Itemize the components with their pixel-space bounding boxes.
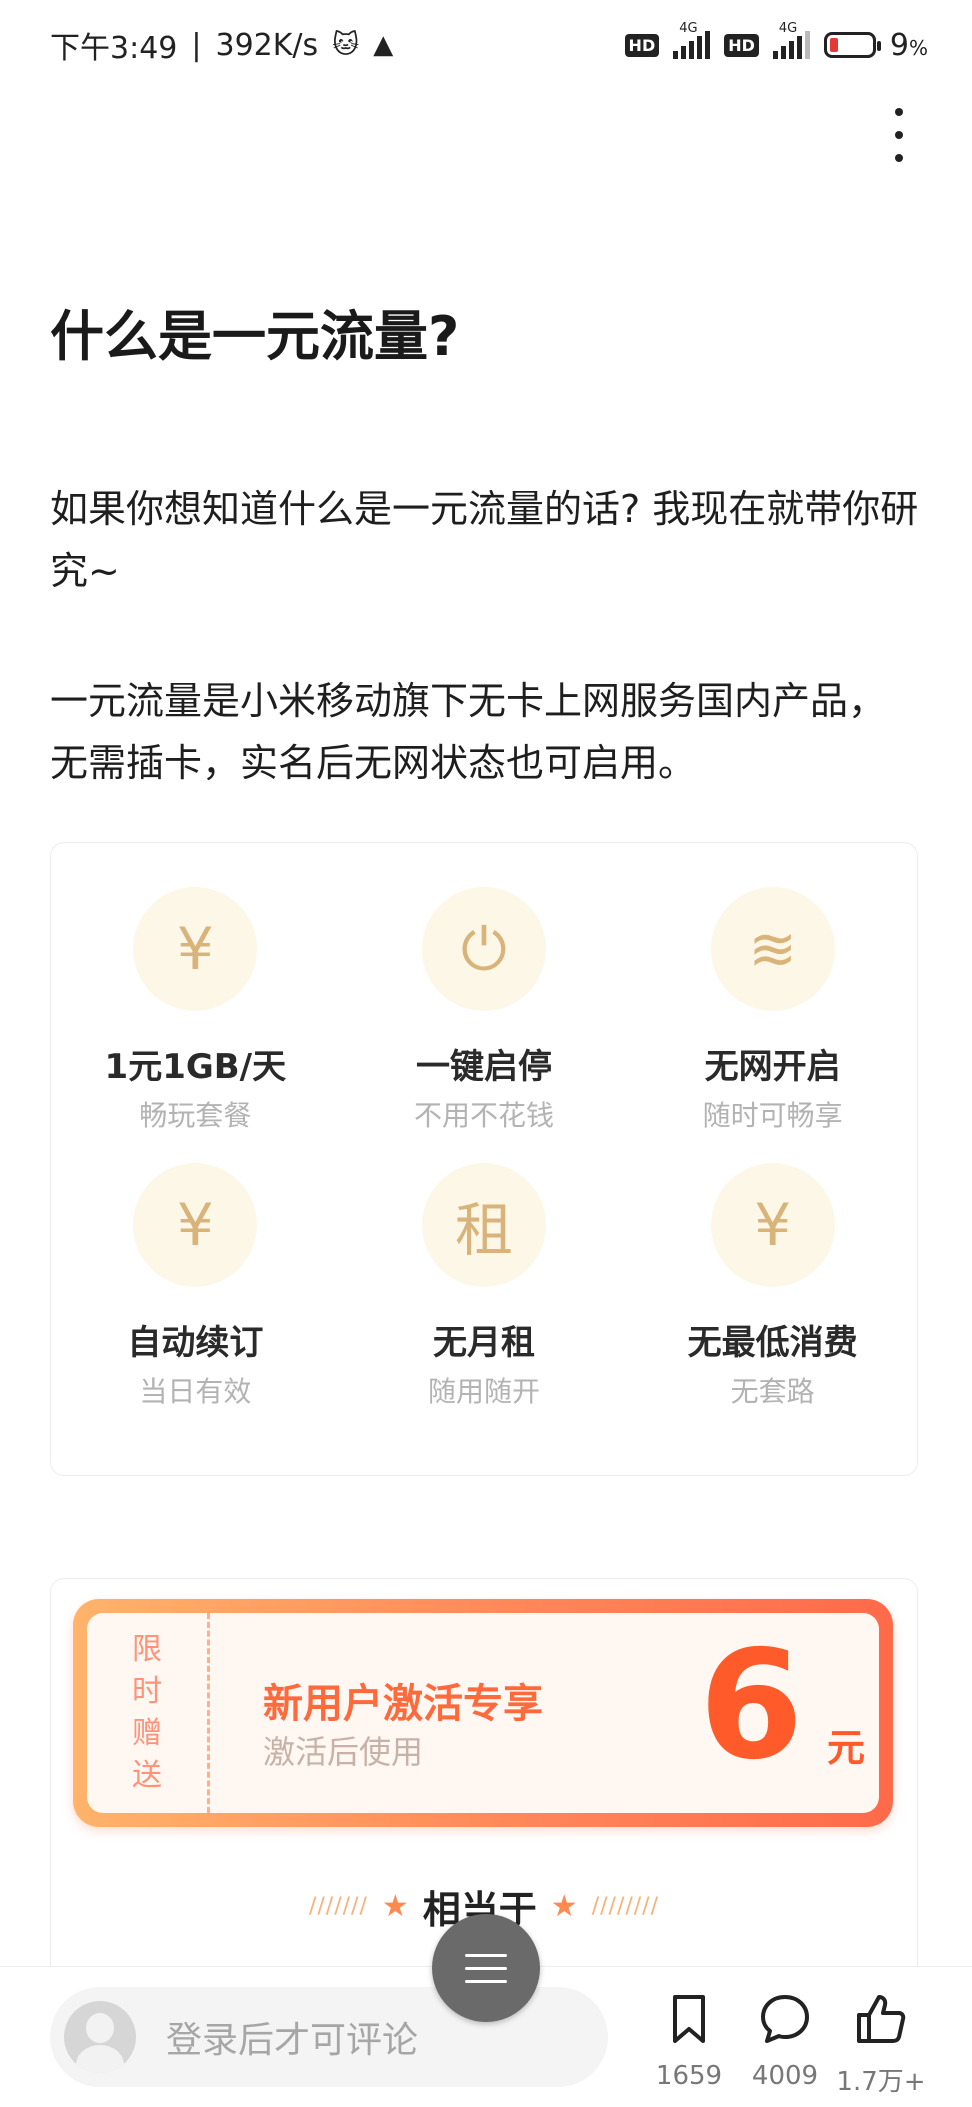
coupon-inner: 限时赠送 新用户激活专享 激活后使用 6 元 (87, 1613, 879, 1813)
feature-item: ⏻ 一键启停不用不花钱 (340, 887, 629, 1163)
coupon-side-text: 限时赠送 (132, 1632, 162, 1793)
menu-line-icon (465, 1966, 507, 1970)
feature-subtitle: 无套路 (730, 1375, 815, 1408)
battery-icon (823, 32, 881, 58)
article-paragraph-1: 如果你想知道什么是一元流量的话? 我现在就带你研究~ (50, 487, 919, 593)
status-bar-right: HD 4G HD 4G 9% (624, 21, 928, 63)
feature-item: ¥ 自动续订当日有效 (51, 1163, 340, 1439)
feature-item: ¥ 无最低消费无套路 (628, 1163, 917, 1439)
feature-grid: ¥1元1GB/天畅玩套餐 ⏻ 一键启停不用不花钱 ≋ 无网开启随时可畅享 ¥ 自动续订当日有… (51, 843, 917, 1439)
signal-icon-2: 4G (772, 21, 810, 59)
app-notification-icon: ▲ (373, 30, 394, 60)
feature-card: ¥1元1GB/天畅玩套餐 ⏻ 一键启停不用不花钱 ≋ 无网开启随时可畅享 ¥ 自动续订当日有… (50, 842, 918, 1476)
status-bar: 下午3:49 | 392K/s 🐱 ▲ HD 4G HD 4G 9% (0, 0, 972, 90)
star-icon: ★ (550, 1889, 578, 1924)
renew-icon: ¥ (133, 1163, 258, 1287)
network-type-2: 4G (778, 21, 798, 36)
feature-subtitle: 不用不花钱 (413, 1099, 554, 1132)
coupon-side: 限时赠送 (87, 1613, 210, 1813)
status-speed: 392K/s (215, 27, 319, 63)
hd-badge-2: HD (724, 33, 759, 57)
cat-app-icon: 🐱 (332, 30, 360, 60)
decor-lines-icon: /////// (308, 1894, 368, 1919)
more-dot-icon (895, 131, 903, 139)
decor-lines-icon: //////// (591, 1894, 659, 1919)
feature-title: 无网开启 (704, 1047, 841, 1087)
coupon-subtitle: 激活后使用 (263, 1733, 424, 1771)
bookmark-icon (673, 1995, 705, 2043)
article-title: 什么是一元流量? (50, 305, 460, 368)
feature-title: 无月租 (432, 1323, 535, 1363)
power-icon: ⏻ (421, 887, 546, 1011)
more-options-button[interactable] (884, 108, 914, 162)
menu-line-icon (465, 1979, 507, 1983)
feature-item: 租无月租 随用随开 (340, 1163, 629, 1439)
coupon-unit: 元 (827, 1726, 866, 1770)
network-type: 4G (679, 21, 698, 36)
more-dot-icon (895, 154, 903, 162)
menu-fab-button[interactable] (432, 1914, 540, 2022)
article-paragraph-2: 一元流量是小米移动旗下无卡上网服务国内产品，无需插卡，实名后无网状态也可启用。 (50, 679, 887, 785)
no-minimum-icon: ¥ (710, 1163, 835, 1287)
like-button[interactable]: 1.7万+ (826, 1991, 936, 2098)
status-bar-left: 下午3:49 | 392K/s 🐱 ▲ (50, 23, 393, 67)
star-icon: ★ (381, 1889, 409, 1924)
feature-subtitle: 畅玩套餐 (139, 1099, 252, 1132)
coupon-title: 新用户激活专享 (263, 1681, 543, 1727)
menu-line-icon (465, 1953, 507, 1957)
feature-item: ≋ 无网开启随时可畅享 (628, 887, 917, 1163)
feature-item: ¥1元1GB/天畅玩套餐 (51, 887, 340, 1163)
thumbs-up-icon (857, 1995, 906, 2043)
feature-title: 无最低消费 (687, 1323, 858, 1363)
feature-title: 1元1GB/天 (104, 1047, 287, 1087)
status-divider: | (191, 27, 202, 63)
feature-subtitle: 随时可畅享 (702, 1099, 843, 1132)
no-rent-icon: 租 (421, 1163, 546, 1287)
feature-subtitle: 随用随开 (427, 1375, 540, 1408)
battery-level: 9% (889, 27, 928, 63)
feature-title: 自动续订 (127, 1323, 264, 1363)
comments-count: 4009 (751, 2061, 819, 2091)
feature-subtitle: 当日有效 (139, 1375, 252, 1408)
new-user-coupon[interactable]: 限时赠送 新用户激活专享 激活后使用 6 元 (73, 1599, 893, 1827)
feature-title: 一键启停 (415, 1047, 552, 1087)
signal-icon: 4G (673, 21, 711, 59)
comment-placeholder: 登录后才可评论 (166, 2020, 419, 2061)
avatar (64, 2001, 136, 2073)
favorites-count: 1659 (655, 2061, 723, 2091)
hd-badge: HD (624, 33, 660, 57)
coupon-amount: 6 (699, 1619, 804, 1793)
comment-bubble-icon (761, 1995, 809, 2043)
yen-circle-icon: ¥ (133, 887, 258, 1011)
more-dot-icon (895, 108, 903, 116)
favorite-button[interactable]: 1659 (634, 1991, 744, 2091)
wifi-off-icon: ≋ (710, 887, 835, 1011)
status-time: 下午3:49 (50, 31, 178, 66)
likes-count: 1.7万+ (836, 2067, 926, 2097)
comment-button[interactable]: 4009 (730, 1991, 840, 2091)
